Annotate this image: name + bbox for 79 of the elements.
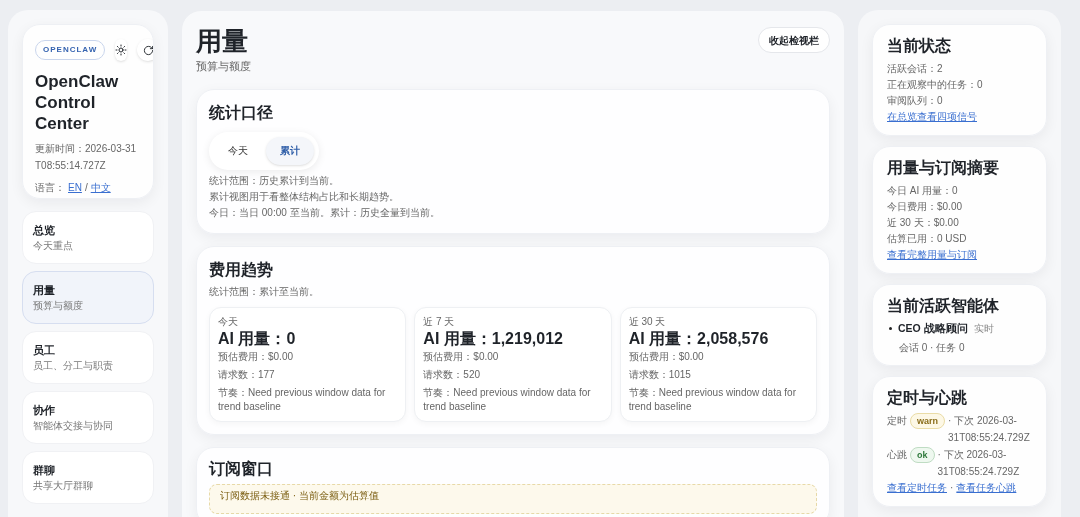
- usage-line: 今日 AI 用量：0: [887, 184, 959, 198]
- stat-requests: 请求数：1015: [628, 367, 692, 382]
- scope-note: 累计视图用于看整体结构占比和长期趋势。: [209, 189, 400, 204]
- notice-banner: 订阅数据未接通 · 当前金额为估算值: [209, 483, 817, 514]
- updated-time: 更新时间：2026-03-31T08:55:14.727Z: [35, 142, 138, 173]
- language-label: 语言：: [35, 181, 65, 195]
- heartbeat-link[interactable]: 查看任务心跳: [956, 479, 1017, 496]
- stat-usage: AI 用量：1,219,012: [423, 328, 564, 349]
- nav-title: 群聊: [33, 464, 56, 476]
- nav-item[interactable]: 员工 员工、分工与职责: [22, 331, 154, 384]
- schedule-label: 心跳: [887, 447, 907, 462]
- nav-item[interactable]: 协作 智能体交接与协同: [22, 391, 154, 444]
- status-badge: ok: [910, 446, 935, 463]
- nav-title: 员工: [33, 344, 56, 356]
- stat-period: 近 30 天: [628, 314, 667, 328]
- scope-note: 统计范围：累计至当前。: [209, 284, 320, 299]
- nav-title: 用量: [33, 284, 56, 296]
- stat-usage: AI 用量：0: [218, 328, 297, 349]
- separator-text: /: [84, 181, 88, 195]
- language-link[interactable]: 中文: [90, 180, 111, 195]
- card-title: 当前活跃智能体: [887, 296, 1000, 316]
- nav-subtitle: 预算与额度: [33, 300, 84, 311]
- page-title: 用量: [196, 25, 249, 57]
- status-line: 审阅队列：0: [887, 94, 944, 108]
- agent-meta: 会话 0 · 任务 0: [898, 340, 966, 355]
- refresh-icon: [142, 44, 153, 56]
- stat-usage: AI 用量：2,058,576: [628, 328, 770, 349]
- stat-cost: 预估费用：$0.00: [628, 349, 705, 364]
- nav-subtitle: 共享大厅群聊: [33, 480, 94, 491]
- card-title: 费用趋势: [209, 259, 274, 280]
- usage-line: 今日费用：$0.00: [887, 200, 964, 214]
- stat-rhythm: 节奏：Need previous window data for trend baseline: [218, 385, 387, 414]
- overview-link[interactable]: 在总览查看四项信号: [887, 109, 977, 125]
- stat-rhythm: 节奏：Need previous window data for trend baseline: [423, 385, 592, 414]
- next-run: · 下次 2026-03-31T08:55:24.729Z: [948, 413, 1031, 445]
- nav-subtitle: 智能体交接与协同: [33, 420, 114, 431]
- language-link[interactable]: EN: [68, 180, 82, 195]
- separator-text: ·: [950, 480, 954, 495]
- card-title: 统计口径: [209, 102, 274, 123]
- stat-requests: 请求数：177: [218, 367, 276, 382]
- stat-rhythm: 节奏：Need previous window data for trend baseline: [628, 385, 797, 414]
- card-title: 定时与心跳: [887, 387, 968, 408]
- schedule-link[interactable]: 查看定时任务: [887, 479, 947, 496]
- nav-subtitle: 员工、分工与职责: [33, 360, 114, 371]
- page-subtitle: 预算与额度: [196, 59, 251, 74]
- status-line: 正在观察中的任务：0: [887, 78, 984, 92]
- status-badge: warn: [910, 412, 945, 429]
- usage-link[interactable]: 查看完整用量与订阅: [887, 247, 977, 263]
- app-title: OpenClaw Control Center: [35, 71, 120, 134]
- nav-item[interactable]: 用量 预算与额度: [22, 271, 154, 324]
- nav-item[interactable]: 总览 今天重点: [22, 211, 154, 264]
- status-line: 活跃会话：2: [887, 62, 944, 76]
- bullet-icon: [889, 327, 892, 331]
- stat-period: 今天: [218, 314, 239, 328]
- scope-note: 统计范围：历史累计到当前。: [209, 173, 340, 188]
- scope-option[interactable]: 今天: [214, 136, 262, 165]
- stat-cost: 预估费用：$0.00: [423, 349, 500, 364]
- scope-option[interactable]: 累计: [266, 136, 314, 165]
- card-title: 当前状态: [887, 36, 952, 56]
- schedule-label: 定时: [887, 413, 907, 428]
- usage-line: 估算已用：0 USD: [887, 232, 968, 246]
- card-title: 用量与订阅摘要: [887, 158, 1000, 178]
- agent-name: CEO 战略顾问: [898, 321, 968, 336]
- stat-requests: 请求数：520: [423, 367, 481, 382]
- scope-note: 今日：当日 00:00 至当前。累计：历史全量到当前。: [209, 205, 441, 220]
- nav-item[interactable]: 群聊 共享大厅群聊: [22, 451, 154, 504]
- nav-title: 协作: [33, 404, 56, 416]
- theme-button[interactable]: [115, 39, 128, 61]
- nav-subtitle: 今天重点: [33, 240, 74, 251]
- stat-period: 近 7 天: [423, 314, 456, 328]
- stat-cost: 预估费用：$0.00: [218, 349, 295, 364]
- collapse-button[interactable]: 收起检视栏: [758, 27, 830, 53]
- usage-line: 近 30 天：$0.00: [887, 216, 960, 230]
- refresh-button[interactable]: [137, 39, 153, 61]
- card-title: 订阅窗口: [209, 458, 274, 479]
- sun-icon: [115, 44, 128, 56]
- next-run: · 下次 2026-03-31T08:55:24.729Z: [937, 447, 1021, 479]
- nav-title: 总览: [33, 224, 56, 236]
- agent-tag: 实时: [973, 321, 994, 337]
